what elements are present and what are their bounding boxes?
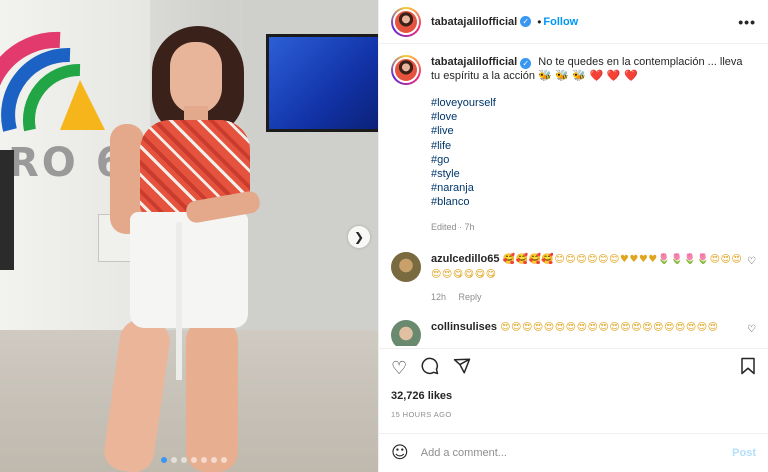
avatar[interactable] [391, 319, 421, 346]
hashtag-link[interactable]: #style [431, 167, 751, 181]
caption-meta: Edited · 7h [431, 221, 475, 232]
likes-count[interactable]: 32,726 likes [391, 390, 452, 402]
person-face [170, 42, 222, 114]
person-leg [186, 320, 238, 472]
carousel-dots [161, 457, 227, 463]
posted-time: 15 HOURS AGO [391, 410, 452, 419]
bookmark-icon[interactable] [740, 357, 756, 380]
comment-input[interactable] [420, 447, 701, 459]
comment-icon[interactable] [421, 357, 439, 380]
post-header: tabatajalilofficial ✓ • Follow ••• [379, 0, 768, 44]
follow-button[interactable]: Follow [543, 16, 578, 28]
caption-username[interactable]: tabatajalilofficial [431, 56, 517, 68]
smiley-icon[interactable]: ☺ [391, 443, 409, 463]
avatar[interactable] [391, 251, 421, 282]
carousel-dot [171, 457, 177, 463]
carousel-next-button[interactable]: ❯ [348, 226, 370, 248]
tv-logo [0, 31, 105, 132]
caption: tabatajalilofficial ✓ No te quedes en la … [379, 45, 768, 234]
add-comment-bar: ☺ Post [379, 433, 768, 472]
hashtag-link[interactable]: #loveyourself [431, 96, 751, 110]
person-skirt [130, 212, 248, 328]
avatar[interactable] [391, 55, 421, 85]
hashtag-link[interactable]: #naranja [431, 181, 751, 195]
carousel-dot [201, 457, 207, 463]
comment-like-icon[interactable]: ♡ [747, 324, 756, 335]
avatar[interactable] [391, 6, 421, 37]
more-options-icon[interactable]: ••• [738, 14, 756, 30]
photo-tv [266, 34, 378, 132]
person-skirt-tie [176, 222, 182, 380]
separator: • [537, 14, 542, 29]
carousel-dot [191, 457, 197, 463]
comments-scroll-area[interactable]: tabatajalilofficial ✓ No te quedes en la … [379, 45, 768, 346]
comment-time: 12h [431, 291, 447, 302]
action-bar: ♡ [379, 348, 768, 388]
chevron-right-icon: ❯ [353, 230, 365, 244]
share-icon[interactable] [453, 357, 471, 380]
hashtag-link[interactable]: #love [431, 110, 751, 124]
post-sidebar: tabatajalilofficial ✓ • Follow ••• tabat… [378, 0, 768, 472]
header-username[interactable]: tabatajalilofficial [431, 16, 517, 28]
carousel-dot [181, 457, 187, 463]
post-button[interactable]: Post [732, 447, 756, 459]
hashtag-link[interactable]: #life [431, 139, 751, 153]
comment-like-icon[interactable]: ♡ [747, 256, 756, 267]
verified-icon: ✓ [520, 58, 532, 69]
heart-icon[interactable]: ♡ [391, 358, 407, 379]
comment-item: azulcedillo65 🥰🥰🥰🥰😊😊😊😊😊😊♥♥♥♥🌷🌷🌷🌷😍😍😍😍😍😋😋😋… [379, 251, 768, 304]
reply-button[interactable]: Reply [459, 292, 482, 302]
hashtag-list: #loveyourself #love #live #life #go #style #na… [431, 96, 751, 210]
carousel-dot [161, 457, 167, 463]
caption-emojis: 🐝 🐝 🐝 ❤️ ❤️ ❤️ [538, 69, 638, 82]
verified-icon: ✓ [520, 16, 532, 27]
carousel-dot [211, 457, 217, 463]
background-text: RO 6 [8, 140, 127, 186]
comment-username[interactable]: azulcedillo65 [431, 253, 499, 265]
hashtag-link[interactable]: #blanco [431, 195, 751, 209]
hashtag-link[interactable]: #live [431, 124, 751, 138]
comment-item: collinsulises 😍😍😍😍😍😍😍😍😍😍😍😍😍😍😍😍😍😍😍😍 ♡ [379, 319, 768, 346]
comment-text: 😍😍😍😍😍😍😍😍😍😍😍😍😍😍😍😍😍😍😍😍 [500, 321, 719, 333]
photo-clothes [0, 150, 14, 270]
comment-meta: 12h Reply [431, 290, 743, 304]
hashtag-link[interactable]: #go [431, 153, 751, 167]
carousel-dot [221, 457, 227, 463]
comment-username[interactable]: collinsulises [431, 321, 497, 333]
post-image[interactable]: RO 6 ❯ [0, 0, 378, 472]
